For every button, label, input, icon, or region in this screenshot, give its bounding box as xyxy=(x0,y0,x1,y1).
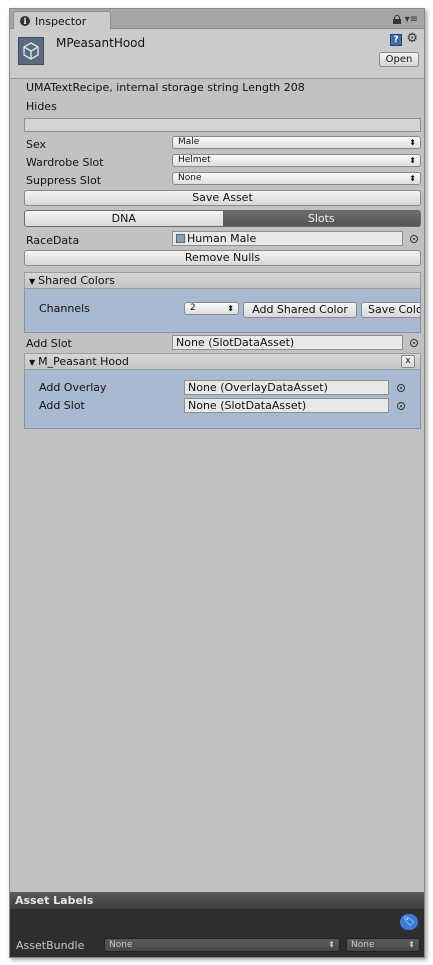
save-asset-button[interactable]: Save Asset xyxy=(24,190,421,206)
channels-label: Channels xyxy=(39,302,90,315)
race-data-field[interactable]: Human Male xyxy=(172,231,403,246)
add-overlay-label: Add Overlay xyxy=(39,381,107,394)
dropdown-arrow-icon: ⬍ xyxy=(328,940,335,949)
sex-label: Sex xyxy=(26,138,47,151)
save-colors-button[interactable]: Save Colo xyxy=(361,302,420,318)
asset-labels-header[interactable]: Asset Labels xyxy=(10,892,424,909)
dna-slots-toolbar: DNA Slots xyxy=(24,210,421,227)
asset-bundle-label: AssetBundle xyxy=(16,939,85,952)
race-data-picker-icon[interactable] xyxy=(410,235,418,243)
gear-icon[interactable]: ⚙ xyxy=(406,31,418,46)
dropdown-arrow-icon: ⬍ xyxy=(227,304,234,313)
asset-bundle-value: None xyxy=(109,940,133,950)
tab-menu-icon[interactable]: ▾≡ xyxy=(405,14,418,25)
open-button[interactable]: Open xyxy=(379,52,419,67)
sex-dropdown[interactable]: Male ⬍ xyxy=(172,136,421,149)
inspector-window: i Inspector ▾≡ MPeasantHood ? ⚙ Open UMA… xyxy=(9,8,425,958)
add-slot-inner-label: Add Slot xyxy=(39,399,85,412)
slot-section-panel: Add Overlay None (OverlayDataAsset) Add … xyxy=(24,370,421,429)
dropdown-arrow-icon: ⬍ xyxy=(409,138,416,147)
tag-icon[interactable]: 🏷 xyxy=(400,914,418,930)
lock-icon[interactable] xyxy=(392,15,401,24)
add-slot-inner-field[interactable]: None (SlotDataAsset) xyxy=(184,398,389,413)
shared-colors-foldout[interactable]: ▼ Shared Colors xyxy=(24,272,421,289)
wardrobe-slot-label: Wardrobe Slot xyxy=(26,156,104,169)
hides-field[interactable] xyxy=(24,118,421,132)
race-data-label: RaceData xyxy=(26,234,80,247)
tab-strip: i Inspector ▾≡ xyxy=(10,9,424,30)
slot-section-title: M_Peasant Hood xyxy=(38,355,129,368)
suppress-slot-label: Suppress Slot xyxy=(26,174,102,187)
slot-section-foldout[interactable]: ▼ M_Peasant Hood x xyxy=(24,353,421,370)
add-slot-field[interactable]: None (SlotDataAsset) xyxy=(172,335,403,350)
race-data-value: Human Male xyxy=(187,232,257,245)
inspector-header: MPeasantHood ? ⚙ Open xyxy=(10,29,424,79)
foldout-arrow-icon: ▼ xyxy=(29,277,36,286)
tab-dna[interactable]: DNA xyxy=(25,211,223,226)
asset-title: MPeasantHood xyxy=(56,36,146,50)
dropdown-arrow-icon: ⬍ xyxy=(409,174,416,183)
suppress-slot-dropdown[interactable]: None ⬍ xyxy=(172,172,421,185)
add-slot-label: Add Slot xyxy=(26,337,72,350)
add-slot-inner-picker-icon[interactable] xyxy=(397,402,405,410)
sex-value: Male xyxy=(178,137,200,147)
asset-labels-panel: 🏷 AssetBundle None ⬍ None ⬍ xyxy=(10,909,424,957)
unity-asset-icon xyxy=(18,37,44,65)
remove-nulls-button[interactable]: Remove Nulls xyxy=(24,250,421,266)
tab-inspector[interactable]: i Inspector xyxy=(13,11,111,30)
race-asset-icon xyxy=(176,234,185,243)
asset-bundle-dropdown[interactable]: None ⬍ xyxy=(104,938,340,952)
asset-variant-dropdown[interactable]: None ⬍ xyxy=(346,938,420,952)
remove-slot-button[interactable]: x xyxy=(401,355,415,368)
dropdown-arrow-icon: ⬍ xyxy=(409,156,416,165)
shared-colors-title: Shared Colors xyxy=(38,274,115,287)
channels-value: 2 xyxy=(190,303,196,313)
tab-slots[interactable]: Slots xyxy=(222,211,420,226)
info-text: UMATextRecipe, internal storage string L… xyxy=(26,81,305,94)
wardrobe-slot-dropdown[interactable]: Helmet ⬍ xyxy=(172,154,421,167)
suppress-slot-value: None xyxy=(178,173,202,183)
add-overlay-picker-icon[interactable] xyxy=(397,384,405,392)
tab-controls: ▾≡ xyxy=(392,14,418,25)
foldout-arrow-icon: ▼ xyxy=(29,358,36,367)
wardrobe-slot-value: Helmet xyxy=(178,155,211,165)
add-shared-color-button[interactable]: Add Shared Color xyxy=(243,302,357,318)
tab-inspector-label: Inspector xyxy=(35,14,87,28)
hides-label: Hides xyxy=(26,100,57,113)
shared-colors-panel: Channels 2 ⬍ Add Shared Color Save Colo xyxy=(24,289,421,333)
add-slot-picker-icon[interactable] xyxy=(410,339,418,347)
info-icon: i xyxy=(20,16,30,26)
dropdown-arrow-icon: ⬍ xyxy=(408,940,415,949)
add-overlay-field[interactable]: None (OverlayDataAsset) xyxy=(184,380,389,395)
asset-variant-value: None xyxy=(351,940,375,950)
help-icon[interactable]: ? xyxy=(390,34,402,46)
channels-dropdown[interactable]: 2 ⬍ xyxy=(184,302,239,315)
